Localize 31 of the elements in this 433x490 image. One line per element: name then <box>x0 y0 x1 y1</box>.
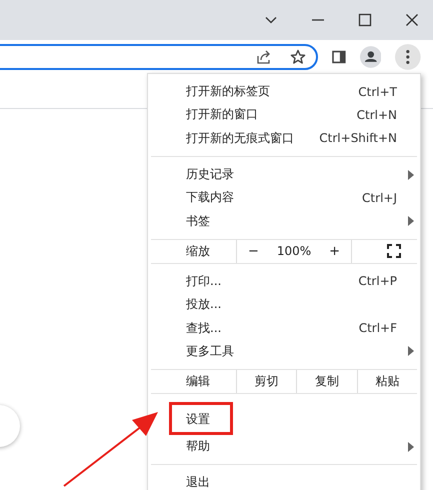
side-panel-icon[interactable] <box>332 50 346 64</box>
submenu-arrow-icon <box>408 442 414 452</box>
zoom-value: 100% <box>276 244 312 258</box>
menu-item[interactable]: 打开新的窗口 Ctrl+N <box>148 103 420 127</box>
menu-item[interactable]: 书签 <box>148 209 420 233</box>
menu-item[interactable]: 投放... <box>148 293 420 316</box>
star-icon[interactable] <box>290 49 306 65</box>
maximize-icon[interactable] <box>358 13 372 27</box>
fullscreen-icon[interactable] <box>387 244 401 258</box>
menu-item[interactable]: 查找... Ctrl+F <box>148 316 420 340</box>
menu-item[interactable]: 历史记录 <box>148 162 420 186</box>
submenu-arrow-icon <box>408 346 414 356</box>
edit-label: 编辑 <box>185 372 211 390</box>
menu-item[interactable]: 打开新的无痕式窗口 Ctrl+Shift+N <box>148 126 420 150</box>
zoom-in-button[interactable]: + <box>325 244 344 259</box>
zoom-label: 缩放 <box>185 242 211 260</box>
menu-item[interactable]: 更多工具 <box>148 340 420 363</box>
menu-item[interactable]: 打开新的标签页 Ctrl+T <box>148 80 420 104</box>
zoom-out-button[interactable]: − <box>244 244 263 259</box>
more-menu-icon[interactable] <box>395 44 421 70</box>
submenu-arrow-icon <box>408 170 414 180</box>
menu-item[interactable]: 设置 <box>148 400 420 435</box>
submenu-arrow-icon <box>408 216 414 226</box>
menu-item[interactable]: 帮助 <box>148 434 420 458</box>
address-bar[interactable] <box>0 44 318 70</box>
menu-item[interactable]: 退出 <box>148 471 420 490</box>
profile-icon[interactable] <box>360 46 382 68</box>
close-icon[interactable] <box>405 13 419 27</box>
share-icon[interactable] <box>256 49 272 65</box>
menu-item[interactable]: 打印... Ctrl+P <box>148 270 420 294</box>
menu-item[interactable]: 下载内容 Ctrl+J <box>148 186 420 210</box>
